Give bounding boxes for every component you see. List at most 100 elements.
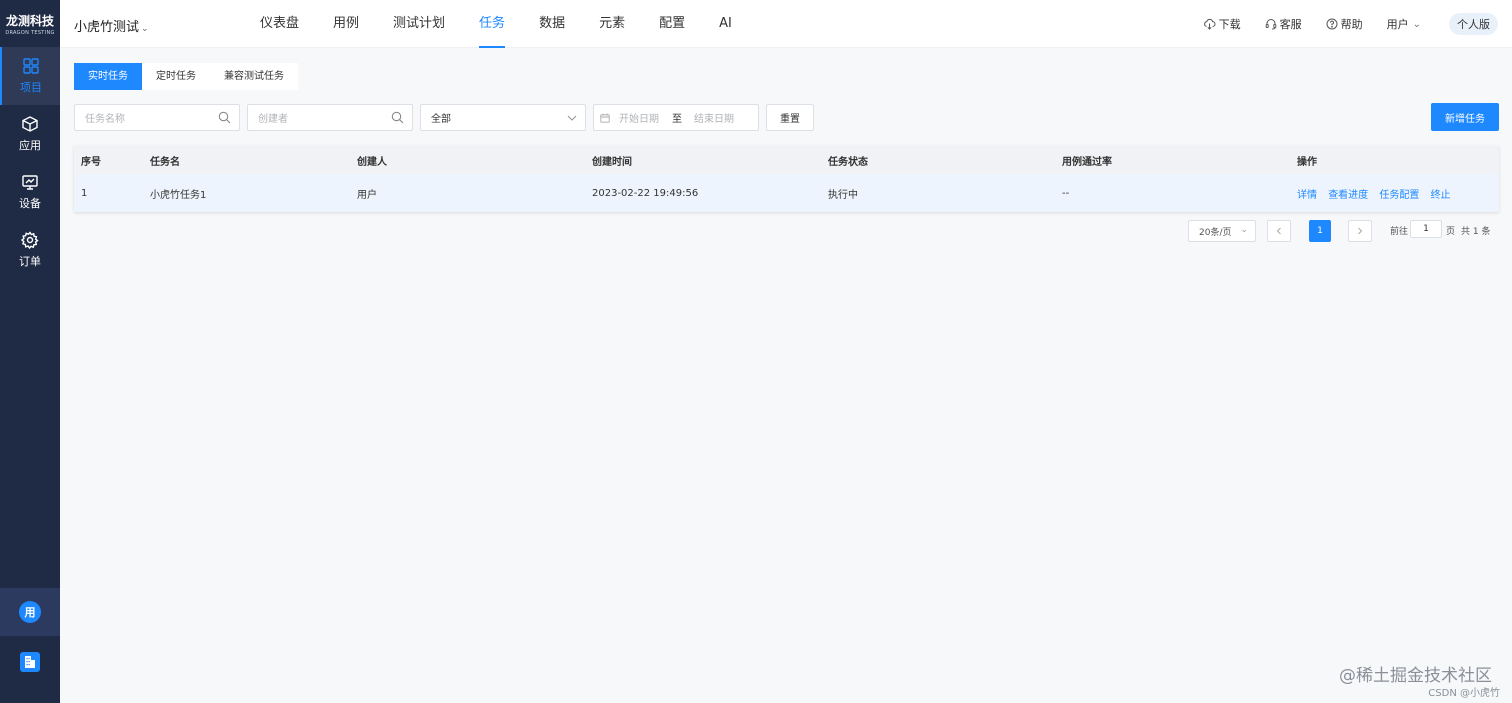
- project-name: 小虎竹测试: [74, 20, 140, 35]
- help-circle-icon: [1326, 18, 1338, 30]
- logo-text: 龙测科技: [5, 13, 54, 28]
- left-sidebar: 龙测科技 DRAGON TESTING 项目 应用 设备 订单 用: [0, 0, 60, 703]
- cell-index: 1: [81, 187, 88, 199]
- watermark-csdn: CSDN @小虎竹: [1428, 688, 1500, 699]
- organization-area[interactable]: [0, 640, 60, 684]
- creator-input[interactable]: 创建者: [247, 104, 413, 131]
- nav-config[interactable]: 配置: [659, 0, 685, 48]
- cube-icon: [22, 116, 38, 132]
- top-bar: 小虎竹测试 ⌄ 仪表盘 用例 测试计划 任务 数据 元素 配置 AI 下载 客服 …: [60, 0, 1512, 48]
- column-header-index: 序号: [81, 156, 101, 168]
- cell-task-name: 小虎竹任务1: [150, 189, 207, 201]
- table-header: 序号 任务名 创建人 创建时间 任务状态 用例通过率 操作: [74, 146, 1499, 174]
- goto-label: 前往: [1390, 227, 1409, 237]
- project-selector[interactable]: 小虎竹测试 ⌄: [74, 16, 149, 35]
- column-header-name: 任务名: [150, 156, 180, 168]
- nav-cases[interactable]: 用例: [333, 0, 359, 48]
- user-label: 用户: [1386, 18, 1409, 31]
- prev-page-button[interactable]: [1267, 220, 1291, 242]
- page-number-current[interactable]: 1: [1309, 220, 1331, 242]
- nav-ai[interactable]: AI: [719, 0, 732, 48]
- user-avatar-area[interactable]: 用: [0, 588, 60, 636]
- main-nav: 仪表盘 用例 测试计划 任务 数据 元素 配置 AI: [260, 0, 732, 48]
- cell-status: 执行中: [828, 189, 858, 201]
- search-icon[interactable]: [218, 111, 231, 124]
- watermark-juejin: @稀土掘金技术社区: [1339, 666, 1492, 686]
- cell-actions: 详情 查看进度 任务配置 终止: [1290, 186, 1499, 201]
- monitor-icon: [22, 175, 38, 190]
- reset-button[interactable]: 重置: [766, 104, 814, 131]
- sidebar-item-app[interactable]: 应用: [0, 105, 60, 163]
- edition-badge[interactable]: 个人版: [1449, 13, 1498, 35]
- nav-tasks[interactable]: 任务: [479, 0, 506, 48]
- task-tabs: 实时任务 定时任务 兼容测试任务: [74, 63, 298, 90]
- view-progress-link[interactable]: 查看进度: [1328, 190, 1368, 201]
- avatar[interactable]: 用: [19, 601, 41, 623]
- tab-scheduled-tasks[interactable]: 定时任务: [142, 63, 210, 90]
- sidebar-item-label: 应用: [19, 139, 41, 152]
- sidebar-item-project[interactable]: 项目: [0, 47, 60, 105]
- detail-link[interactable]: 详情: [1297, 190, 1317, 201]
- sidebar-item-order[interactable]: 订单: [0, 221, 60, 279]
- goto-page-input[interactable]: 1: [1410, 220, 1442, 238]
- creator-placeholder: 创建者: [258, 114, 288, 125]
- column-header-actions: 操作: [1297, 156, 1317, 168]
- page-size-value: 20条/页: [1199, 227, 1232, 238]
- headset-icon: [1265, 19, 1276, 30]
- logo-subtext: DRAGON TESTING: [5, 29, 55, 36]
- nav-test-plan[interactable]: 测试计划: [393, 0, 445, 48]
- page-size-select[interactable]: 20条/页 ⌄: [1188, 220, 1256, 242]
- help-label: 帮助: [1340, 18, 1363, 31]
- download-button[interactable]: 下载: [1203, 16, 1241, 32]
- chevron-down-icon: [567, 115, 577, 121]
- page-unit-label: 页: [1446, 227, 1456, 237]
- chevron-right-icon: [1358, 227, 1363, 235]
- user-menu[interactable]: 用户 ⌄: [1387, 16, 1421, 32]
- nav-data[interactable]: 数据: [539, 0, 565, 48]
- help-button[interactable]: 帮助: [1326, 16, 1363, 32]
- service-button[interactable]: 客服: [1265, 16, 1302, 32]
- tab-realtime-tasks[interactable]: 实时任务: [74, 63, 142, 90]
- date-separator: 至: [672, 114, 682, 125]
- top-right-actions: 下载 客服 帮助 用户 ⌄ 个人版: [1203, 0, 1512, 48]
- nav-dashboard[interactable]: 仪表盘: [260, 0, 299, 48]
- task-name-input[interactable]: 任务名称: [74, 104, 240, 131]
- cloud-download-icon: [1203, 18, 1216, 30]
- terminate-link[interactable]: 终止: [1431, 190, 1451, 201]
- column-header-created-at: 创建时间: [592, 156, 632, 168]
- building-icon[interactable]: [20, 652, 40, 672]
- chevron-down-icon: ⌄: [1412, 18, 1421, 30]
- sidebar-item-device[interactable]: 设备: [0, 163, 60, 221]
- next-page-button[interactable]: [1348, 220, 1372, 242]
- gear-icon: [21, 231, 39, 249]
- total-count: 共 1 条: [1461, 227, 1491, 237]
- grid-icon: [23, 58, 39, 74]
- task-config-link[interactable]: 任务配置: [1379, 190, 1419, 201]
- new-task-button[interactable]: 新增任务: [1431, 103, 1499, 131]
- start-date-placeholder: 开始日期: [619, 114, 659, 125]
- cell-created-at: 2023-02-22 19:49:56: [592, 187, 699, 199]
- table-row[interactable]: 1 小虎竹任务1 用户 2023-02-22 19:49:56 执行中 -- 详…: [74, 174, 1499, 212]
- status-select[interactable]: 全部: [420, 104, 586, 131]
- sidebar-item-label: 项目: [20, 81, 42, 94]
- status-value: 全部: [431, 114, 451, 125]
- tab-compat-tasks[interactable]: 兼容测试任务: [210, 63, 298, 90]
- chevron-down-icon: ⌄: [1240, 225, 1248, 235]
- end-date-placeholder: 结束日期: [694, 114, 734, 125]
- search-icon[interactable]: [391, 111, 404, 124]
- cell-creator: 用户: [357, 189, 377, 201]
- cell-pass-rate: --: [1062, 187, 1070, 199]
- column-header-pass-rate: 用例通过率: [1062, 156, 1112, 168]
- date-range-picker[interactable]: 开始日期 至 结束日期: [593, 104, 759, 131]
- task-name-placeholder: 任务名称: [85, 114, 125, 125]
- column-header-status: 任务状态: [828, 156, 868, 168]
- column-header-creator: 创建人: [357, 156, 387, 168]
- brand-logo[interactable]: 龙测科技 DRAGON TESTING: [0, 0, 60, 47]
- calendar-icon: [600, 113, 610, 123]
- task-table: 序号 任务名 创建人 创建时间 任务状态 用例通过率 操作 1 小虎竹任务1 用…: [74, 146, 1499, 212]
- download-label: 下载: [1218, 18, 1241, 31]
- chevron-down-icon: ⌄: [141, 24, 149, 34]
- nav-elements[interactable]: 元素: [599, 0, 625, 48]
- service-label: 客服: [1279, 18, 1302, 31]
- sidebar-item-label: 订单: [19, 255, 41, 268]
